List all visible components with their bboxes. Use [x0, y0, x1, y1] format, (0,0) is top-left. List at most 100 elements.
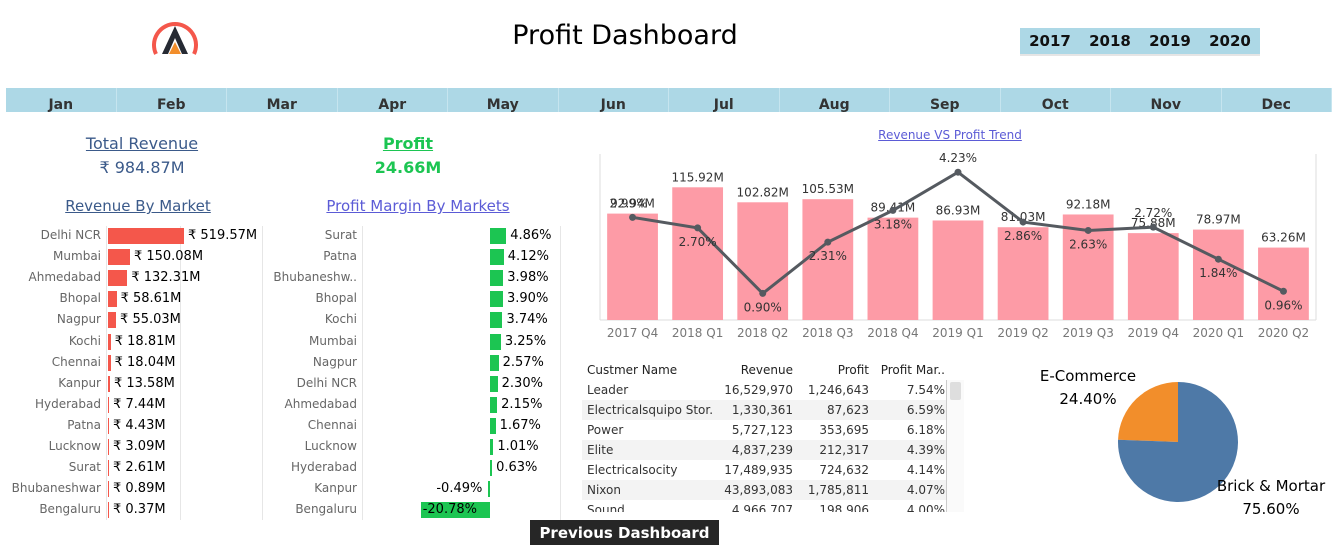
market-label: Kochi: [68, 333, 101, 348]
header-profit-margin[interactable]: Profit Mar..: [869, 360, 945, 380]
table-row[interactable]: Leader 16,529,970 1,246,643 7.54%: [582, 380, 964, 400]
table-header: Custmer Name Revenue Profit Profit Mar..: [582, 360, 964, 380]
profit-margin-point: [759, 289, 767, 297]
market-label: Bhubaneshwar: [11, 481, 101, 496]
revenue-bar: [932, 220, 984, 320]
revenue-value: ₹ 132.31M: [131, 270, 201, 286]
month-oct-button[interactable]: Oct: [1001, 88, 1111, 112]
revenue-value: ₹ 4.43M: [113, 417, 166, 433]
revenue-value: ₹ 0.89M: [113, 481, 166, 497]
table-cell: 6.18%: [906, 423, 945, 437]
x-tick-label: 2018 Q1: [672, 326, 723, 340]
market-label: Patna: [323, 249, 357, 264]
profit-margin-point: [954, 168, 962, 176]
profit-value: 24.66M: [374, 158, 442, 177]
margin-value: -0.49%: [436, 481, 483, 497]
month-may-button[interactable]: May: [448, 88, 559, 112]
table-cell: 87,623: [827, 403, 869, 417]
profit-margin-label: 2.31%: [809, 249, 847, 263]
total-revenue-value: ₹ 984.87M: [99, 158, 185, 177]
month-apr-button[interactable]: Apr: [338, 88, 448, 112]
table-cell: 4,966,707: [731, 503, 793, 512]
x-tick-label: 2018 Q3: [802, 326, 853, 340]
table-cell: 4.00%: [906, 503, 945, 512]
table-scrollbar[interactable]: [946, 380, 964, 512]
market-label: Delhi NCR: [296, 375, 357, 390]
month-jul-button[interactable]: Jul: [669, 88, 780, 112]
previous-dashboard-button[interactable]: Previous Dashboard: [530, 520, 719, 545]
month-mar-button[interactable]: Mar: [227, 88, 338, 112]
year-2017-button[interactable]: 2017: [1020, 28, 1080, 54]
month-nov-button[interactable]: Nov: [1111, 88, 1222, 112]
revenue-bar: [108, 249, 130, 266]
market-label: Surat: [324, 228, 357, 242]
table-row[interactable]: Elite 4,837,239 212,317 4.39%: [582, 440, 964, 460]
month-jun-button[interactable]: Jun: [559, 88, 669, 112]
revenue-bar: [108, 481, 109, 498]
profit-margin-point: [1214, 255, 1222, 263]
table-row[interactable]: Electricalsocity 17,489,935 724,632 4.14%: [582, 460, 964, 480]
revenue-bar-label: 92.18M: [1066, 197, 1111, 211]
margin-bar: [490, 228, 507, 244]
market-label: Nagpur: [312, 354, 357, 369]
revenue-by-market-title: Revenue By Market: [65, 197, 211, 215]
table-row[interactable]: Sound 4,966,707 198,906 4.00%: [582, 500, 964, 512]
revenue-value: ₹ 3.09M: [113, 439, 166, 454]
table-cell: 724,632: [819, 463, 869, 477]
table-cell: 17,489,935: [724, 463, 793, 477]
table-cell: 1,785,811: [807, 483, 869, 497]
revenue-bar: [108, 502, 109, 519]
market-label: Bengaluru: [39, 502, 101, 517]
profit-margin-point: [1149, 223, 1157, 231]
market-label: Hyderabad: [291, 460, 357, 475]
month-sep-button[interactable]: Sep: [890, 88, 1001, 112]
revenue-value: ₹ 2.61M: [113, 460, 166, 476]
market-label: Mumbai: [309, 333, 357, 348]
year-2019-button[interactable]: 2019: [1140, 28, 1200, 54]
margin-bar: [490, 291, 503, 308]
table-cell: Elite: [587, 443, 614, 457]
market-label: Surat: [68, 460, 101, 475]
profit-margin-point: [629, 213, 637, 221]
table-row[interactable]: Power 5,727,123 353,695 6.18%: [582, 420, 964, 440]
table-cell: 353,695: [819, 423, 869, 437]
scrollbar-thumb[interactable]: [950, 382, 961, 400]
x-tick-label: 2019 Q1: [932, 326, 983, 340]
margin-value: -20.78%: [422, 502, 477, 518]
market-label: Patna: [67, 417, 101, 432]
revenue-bar-label: 86.93M: [936, 203, 981, 217]
table-cell: Leader: [587, 383, 629, 397]
margin-bar: [490, 312, 503, 329]
month-feb-button[interactable]: Feb: [117, 88, 227, 112]
margin-value: 3.98%: [507, 270, 549, 286]
header-revenue[interactable]: Revenue: [713, 360, 793, 380]
table-cell: 7.54%: [906, 383, 945, 397]
revenue-bar: [108, 396, 110, 413]
revenue-bar-label: 115.92M: [671, 170, 723, 184]
revenue-value: ₹ 150.08M: [133, 249, 204, 265]
table-cell: 1,246,643: [807, 383, 869, 397]
market-label: Nagpur: [56, 312, 101, 327]
market-label: Delhi NCR: [40, 228, 101, 242]
table-row[interactable]: Nixon 43,893,083 1,785,811 4.07%: [582, 480, 964, 500]
revenue-bar: [108, 270, 128, 287]
year-2020-button[interactable]: 2020: [1200, 28, 1260, 54]
year-2018-button[interactable]: 2018: [1080, 28, 1140, 54]
header-profit[interactable]: Profit: [793, 360, 869, 380]
profit-margin-point: [1019, 218, 1027, 226]
revenue-value: ₹ 18.81M: [114, 333, 176, 349]
month-aug-button[interactable]: Aug: [780, 88, 890, 112]
margin-value: 2.57%: [502, 354, 544, 370]
table-cell: Power: [587, 423, 624, 437]
revenue-bar: [108, 439, 109, 455]
profit-margin-label: 0.96%: [1264, 298, 1302, 312]
month-jan-button[interactable]: Jan: [6, 88, 117, 112]
table-row[interactable]: Electricalsquipo Stor.. 1,330,361 87,623 6.…: [582, 400, 964, 420]
table-cell: Nixon: [587, 483, 621, 497]
month-dec-button[interactable]: Dec: [1222, 88, 1332, 112]
margin-value: 1.01%: [497, 439, 539, 454]
margin-bar: [490, 375, 498, 392]
margin-value: 3.25%: [504, 333, 547, 349]
header-customer[interactable]: Custmer Name: [582, 360, 713, 380]
page-title: Profit Dashboard: [512, 20, 738, 51]
